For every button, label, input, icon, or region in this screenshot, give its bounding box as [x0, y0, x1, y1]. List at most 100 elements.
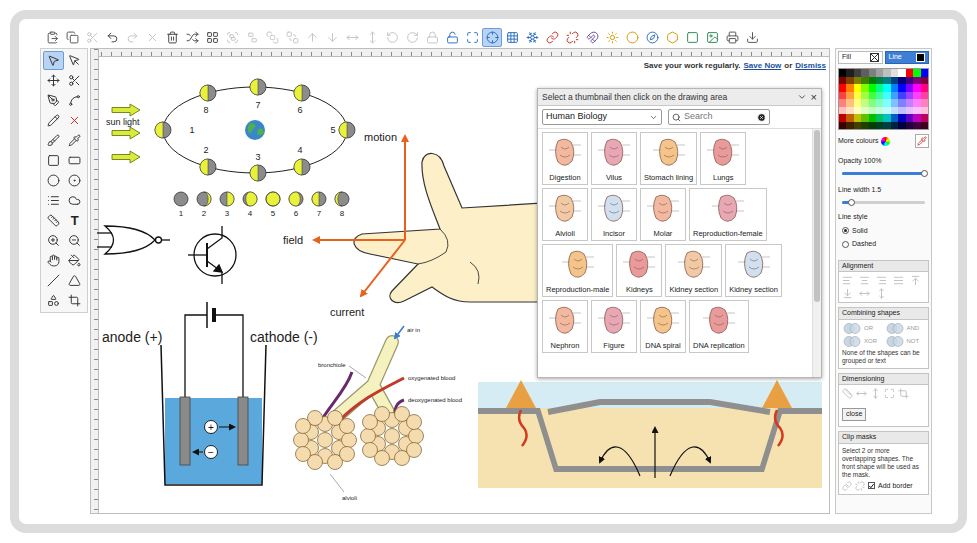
tool-button[interactable]	[65, 151, 86, 170]
toolbar-button[interactable]	[82, 28, 102, 47]
radio-button[interactable]	[842, 241, 849, 248]
scrollbar[interactable]	[812, 129, 821, 377]
thumbnail[interactable]: Alvioli	[542, 188, 588, 241]
palette-swatch[interactable]	[883, 114, 890, 122]
toolbar-button[interactable]	[522, 28, 542, 47]
current-label[interactable]: current	[330, 306, 364, 318]
align-icon[interactable]	[876, 288, 887, 299]
tool-button[interactable]	[65, 291, 86, 310]
toolbar-button[interactable]	[282, 28, 302, 47]
toolbar-button[interactable]	[562, 28, 582, 47]
toolbar-button[interactable]	[442, 28, 462, 47]
tool-button[interactable]	[43, 271, 64, 290]
current-arrow[interactable]	[361, 240, 405, 296]
field-label[interactable]: field	[283, 234, 303, 246]
palette-swatch[interactable]	[846, 84, 853, 92]
field-arrow[interactable]	[314, 239, 405, 241]
orbit-moon-icon[interactable]	[155, 122, 171, 138]
line-style-option[interactable]: Solid	[838, 226, 929, 237]
palette-swatch[interactable]	[876, 84, 883, 92]
palette-swatch[interactable]	[869, 114, 876, 122]
scrollbar-thumb[interactable]	[814, 130, 820, 302]
close-button[interactable]: ×	[811, 92, 817, 103]
toolbar-button[interactable]	[102, 28, 122, 47]
section-header[interactable]: Combining shapes	[839, 308, 928, 320]
line-width-slider[interactable]	[842, 198, 925, 206]
toolbar-button[interactable]	[642, 28, 662, 47]
palette-swatch[interactable]	[839, 114, 846, 122]
thumbnail[interactable]: DNA replication	[689, 300, 749, 353]
palette-swatch[interactable]	[854, 77, 861, 85]
tool-button[interactable]	[43, 71, 64, 90]
dimension-icon[interactable]	[856, 388, 867, 399]
toolbar-button[interactable]	[402, 28, 422, 47]
toolbar-button[interactable]	[422, 28, 442, 47]
sunlight-label[interactable]: sun light	[106, 117, 140, 127]
moon-phase-icon[interactable]	[266, 192, 280, 206]
thumbnail[interactable]: Digestion	[542, 132, 588, 185]
toolbar-button[interactable]	[542, 28, 562, 47]
palette-swatch[interactable]	[913, 99, 920, 107]
palette-swatch[interactable]	[913, 107, 920, 115]
section-header[interactable]: Alignment	[839, 261, 928, 273]
palette-swatch[interactable]	[913, 84, 920, 92]
palette-swatch[interactable]	[921, 69, 928, 77]
combine-button[interactable]: NOT	[885, 336, 926, 347]
palette-swatch[interactable]	[891, 69, 898, 77]
palette-swatch[interactable]	[846, 69, 853, 77]
colour-wheel-icon[interactable]	[881, 137, 890, 146]
thumbnail[interactable]: Nephron	[542, 300, 588, 353]
palette-swatch[interactable]	[921, 77, 928, 85]
toolbar-button[interactable]	[662, 28, 682, 47]
thumbnail[interactable]: Molar	[640, 188, 686, 241]
search-field[interactable]: Search	[668, 109, 770, 125]
palette-swatch[interactable]	[854, 99, 861, 107]
palette-swatch[interactable]	[846, 114, 853, 122]
palette-swatch[interactable]	[898, 99, 905, 107]
palette-swatch[interactable]	[913, 77, 920, 85]
palette-swatch[interactable]	[839, 84, 846, 92]
palette-swatch[interactable]	[869, 99, 876, 107]
orbit-moon-icon[interactable]	[339, 122, 355, 138]
tool-button[interactable]: T	[65, 211, 86, 230]
palette-swatch[interactable]	[861, 99, 868, 107]
palette-swatch[interactable]	[861, 69, 868, 77]
tool-button[interactable]	[65, 231, 86, 250]
palette-swatch[interactable]	[839, 99, 846, 107]
palette-swatch[interactable]	[898, 107, 905, 115]
palette-swatch[interactable]	[846, 77, 853, 85]
align-icon[interactable]	[893, 275, 904, 286]
palette-swatch[interactable]	[861, 122, 868, 130]
toolbar-button[interactable]	[42, 28, 62, 47]
slider-thumb[interactable]	[848, 199, 855, 206]
palette-swatch[interactable]	[883, 84, 890, 92]
toolbar-button[interactable]	[502, 28, 522, 47]
palette-swatch[interactable]	[839, 69, 846, 77]
palette-swatch[interactable]	[921, 122, 928, 130]
palette-swatch[interactable]	[898, 84, 905, 92]
tool-button[interactable]	[65, 171, 86, 190]
dimension-icon[interactable]	[870, 388, 881, 399]
palette-swatch[interactable]	[839, 107, 846, 115]
palette-swatch[interactable]	[839, 92, 846, 100]
palette-swatch[interactable]	[906, 107, 913, 115]
sunlight-arrow-icon[interactable]	[112, 127, 140, 139]
moon-phase-icon[interactable]	[312, 192, 326, 206]
tool-button[interactable]	[43, 211, 64, 230]
orbit-moon-icon[interactable]	[294, 159, 310, 175]
align-icon[interactable]	[910, 275, 921, 286]
tool-button[interactable]	[43, 151, 64, 170]
palette-swatch[interactable]	[883, 77, 890, 85]
palette-swatch[interactable]	[883, 107, 890, 115]
align-icon[interactable]	[842, 275, 853, 286]
palette-swatch[interactable]	[854, 122, 861, 130]
dimension-icon[interactable]	[884, 388, 895, 399]
palette-swatch[interactable]	[891, 99, 898, 107]
save-now-link[interactable]: Save Now	[744, 60, 782, 72]
palette-swatch[interactable]	[854, 69, 861, 77]
toolbar-button[interactable]	[242, 28, 262, 47]
toolbar-button[interactable]	[222, 28, 242, 47]
collapse-icon[interactable]	[797, 92, 807, 102]
moon-phase-icon[interactable]	[197, 192, 211, 206]
palette-swatch[interactable]	[854, 107, 861, 115]
